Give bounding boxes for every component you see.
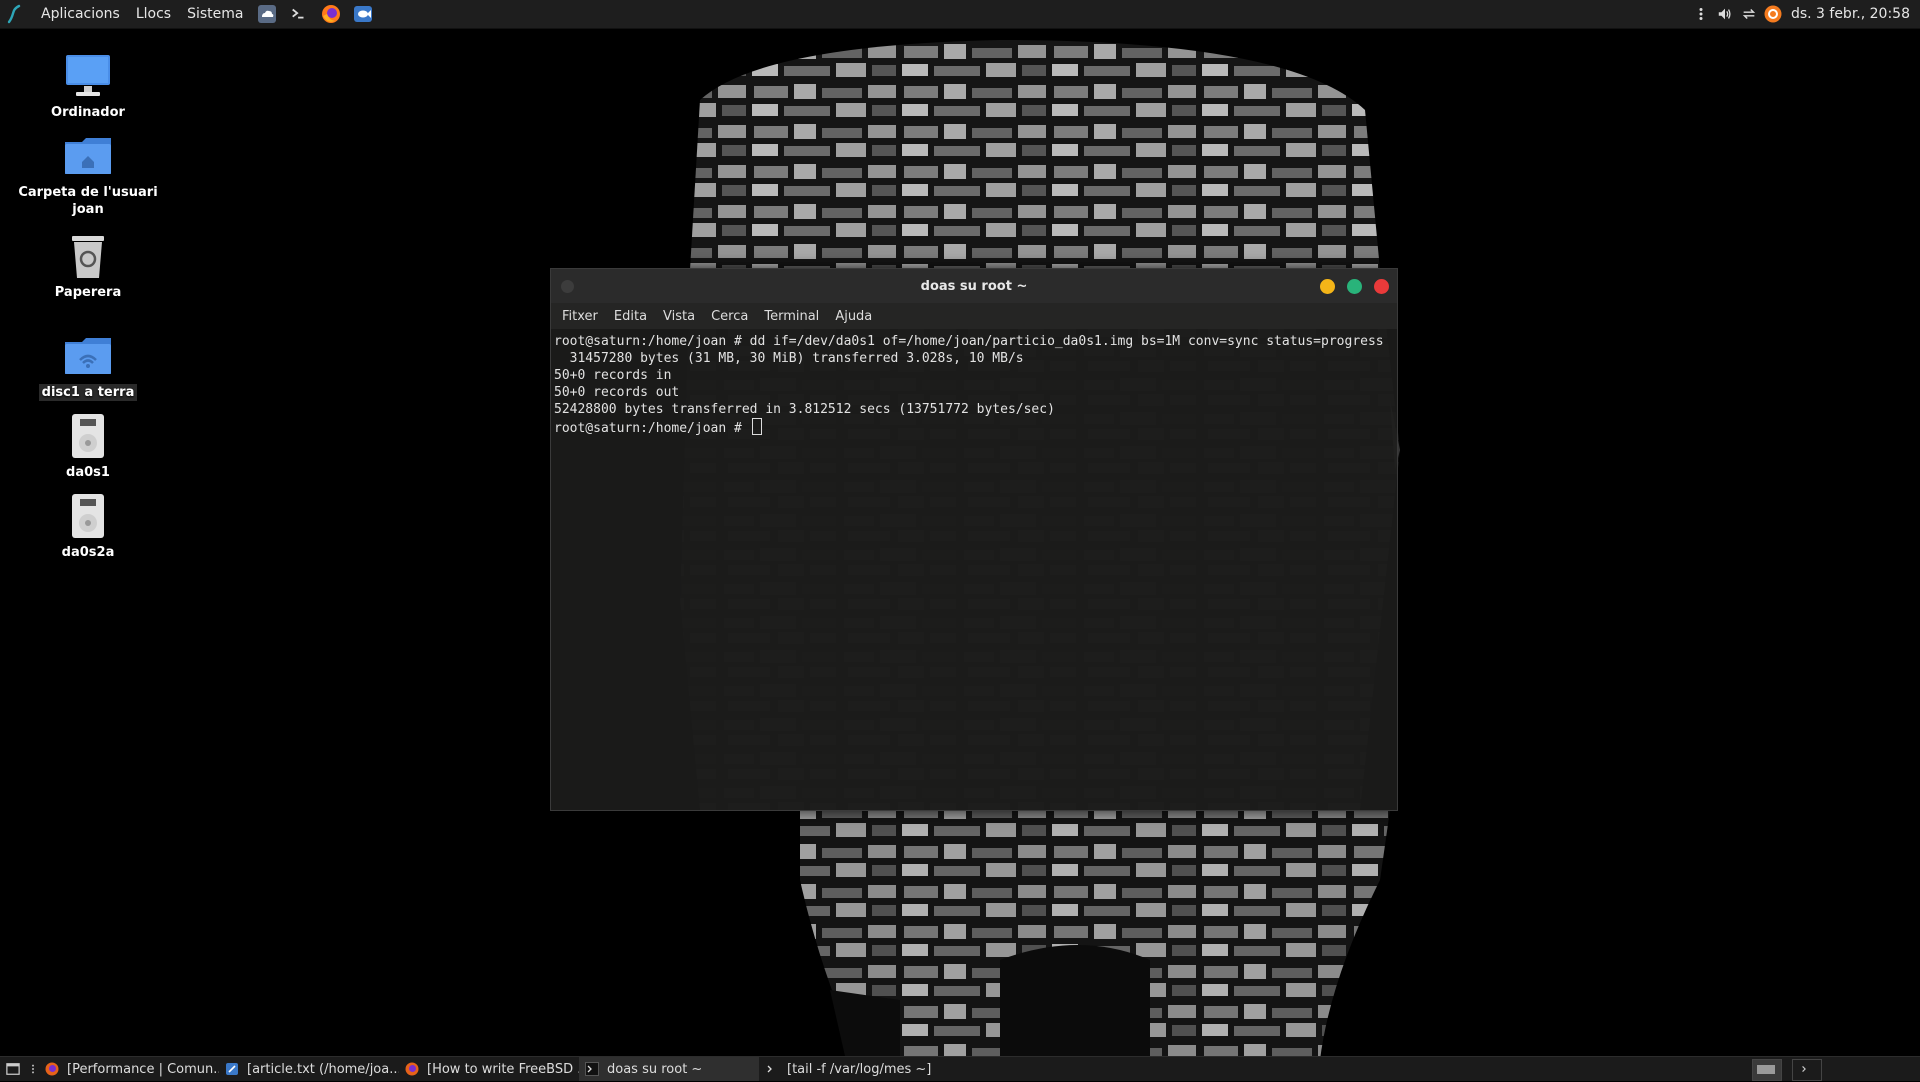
terminal-icon[interactable] [288,3,310,25]
firefox-icon [405,1062,419,1076]
terminal-icon [767,1065,772,1073]
task-tail-log[interactable]: [tail -f /var/log/mes ~] [759,1057,939,1081]
desktop-icon-label: da0s1 [66,465,110,480]
menu-ajuda[interactable]: Ajuda [827,309,880,324]
task-doas-su-root[interactable]: doas su root ~ [579,1057,759,1081]
minimize-button[interactable] [1320,279,1335,294]
terminal-line: 50+0 records out [554,385,680,400]
desktop-icon-label: disc1 a terra [38,384,138,401]
network-folder-icon [62,332,114,380]
menu-sistema[interactable]: Sistema [179,0,251,28]
menu-cerca[interactable]: Cerca [703,309,756,324]
dots-icon[interactable] [1692,5,1710,23]
menu-fitxer[interactable]: Fitxer [554,309,606,324]
trash-icon [62,232,114,280]
system-tray: ds. 3 febr., 20:58 [1689,0,1920,28]
terminal-icon [585,1062,599,1076]
task-performance[interactable]: [Performance | Comun... [39,1057,219,1081]
task-label: [tail -f /var/log/mes ~] [787,1061,932,1077]
terminal-menubar: Fitxer Edita Vista Cerca Terminal Ajuda [551,303,1397,329]
workspace-window-thumb [1757,1065,1775,1074]
window-menu-icon[interactable] [561,280,574,293]
menu-llocs[interactable]: Llocs [128,0,179,28]
desktop-icon-label: Ordinador [51,105,125,120]
desktop-icon-label: Carpeta de l'usuari joan [18,185,158,217]
menu-aplicacions[interactable]: Aplicacions [33,0,128,28]
terminal-output[interactable]: root@saturn:/home/joan # dd if=/dev/da0s… [551,329,1397,441]
desktop-icon-ordinador[interactable]: Ordinador [18,52,158,121]
drive-icon [62,492,114,540]
distro-logo-icon[interactable] [5,4,25,24]
window-title: doas su root ~ [920,278,1028,294]
desktop-icon-disc1[interactable]: disc1 a terra [18,332,158,401]
task-label: doas su root ~ [607,1061,703,1077]
text-cursor [751,418,762,435]
show-desktop-icon[interactable] [3,1059,23,1079]
desktop-icon-da0s1[interactable]: da0s1 [18,412,158,481]
menu-vista[interactable]: Vista [655,309,703,324]
workspace-1[interactable] [1752,1059,1782,1081]
desktop-icon-label: Paperera [54,285,122,300]
terminal-prompt-line[interactable]: root@saturn:/home/joan # [554,418,1394,437]
task-article[interactable]: [article.txt (/home/joa... [219,1057,399,1081]
terminal-window[interactable]: doas su root ~ Fitxer Edita Vista Cerca … [550,268,1398,811]
window-titlebar[interactable]: doas su root ~ [551,269,1397,303]
task-label: [How to write FreeBSD ... [427,1061,579,1077]
maximize-button[interactable] [1347,279,1362,294]
menu-terminal[interactable]: Terminal [756,309,827,324]
cloud-icon[interactable] [256,3,278,25]
top-panel: Aplicacions Llocs Sistema ds. 3 febr., 2… [0,0,1920,29]
taskbar-handle-icon[interactable] [29,1059,37,1079]
volume-icon[interactable] [1716,5,1734,23]
workspace-2[interactable] [1792,1059,1822,1081]
firefox-icon[interactable] [320,3,342,25]
task-freebsd[interactable]: [How to write FreeBSD ... [399,1057,579,1081]
fish-icon[interactable] [352,3,374,25]
editor-icon [226,1063,238,1075]
close-button[interactable] [1374,279,1389,294]
clock[interactable]: ds. 3 febr., 20:58 [1785,6,1920,22]
terminal-line: 31457280 bytes (31 MB, 30 MiB) transferr… [554,351,1024,366]
terminal-line: root@saturn:/home/joan # dd if=/dev/da0s… [554,334,1384,349]
firefox-icon [45,1062,59,1076]
desktop-icon-label: da0s2a [61,545,115,560]
terminal-icon [1802,1066,1806,1072]
terminal-line: 52428800 bytes transferred in 3.812512 s… [554,402,1055,417]
desktop-icon-home-folder[interactable]: Carpeta de l'usuari joan [18,132,158,218]
terminal-prompt: root@saturn:/home/joan # [554,421,750,436]
task-label: [Performance | Comun... [67,1061,219,1077]
home-folder-icon [62,132,114,180]
update-icon[interactable] [1764,5,1782,23]
terminal-line: 50+0 records in [554,368,672,383]
computer-icon [62,52,114,100]
menu-edita[interactable]: Edita [606,309,655,324]
drive-icon [62,412,114,460]
task-label: [article.txt (/home/joa... [247,1061,399,1077]
desktop-icon-da0s2a[interactable]: da0s2a [18,492,158,561]
desktop-icon-paperera[interactable]: Paperera [18,232,158,301]
network-icon[interactable] [1740,5,1758,23]
bottom-taskbar: [Performance | Comun... [article.txt (/h… [0,1056,1920,1081]
